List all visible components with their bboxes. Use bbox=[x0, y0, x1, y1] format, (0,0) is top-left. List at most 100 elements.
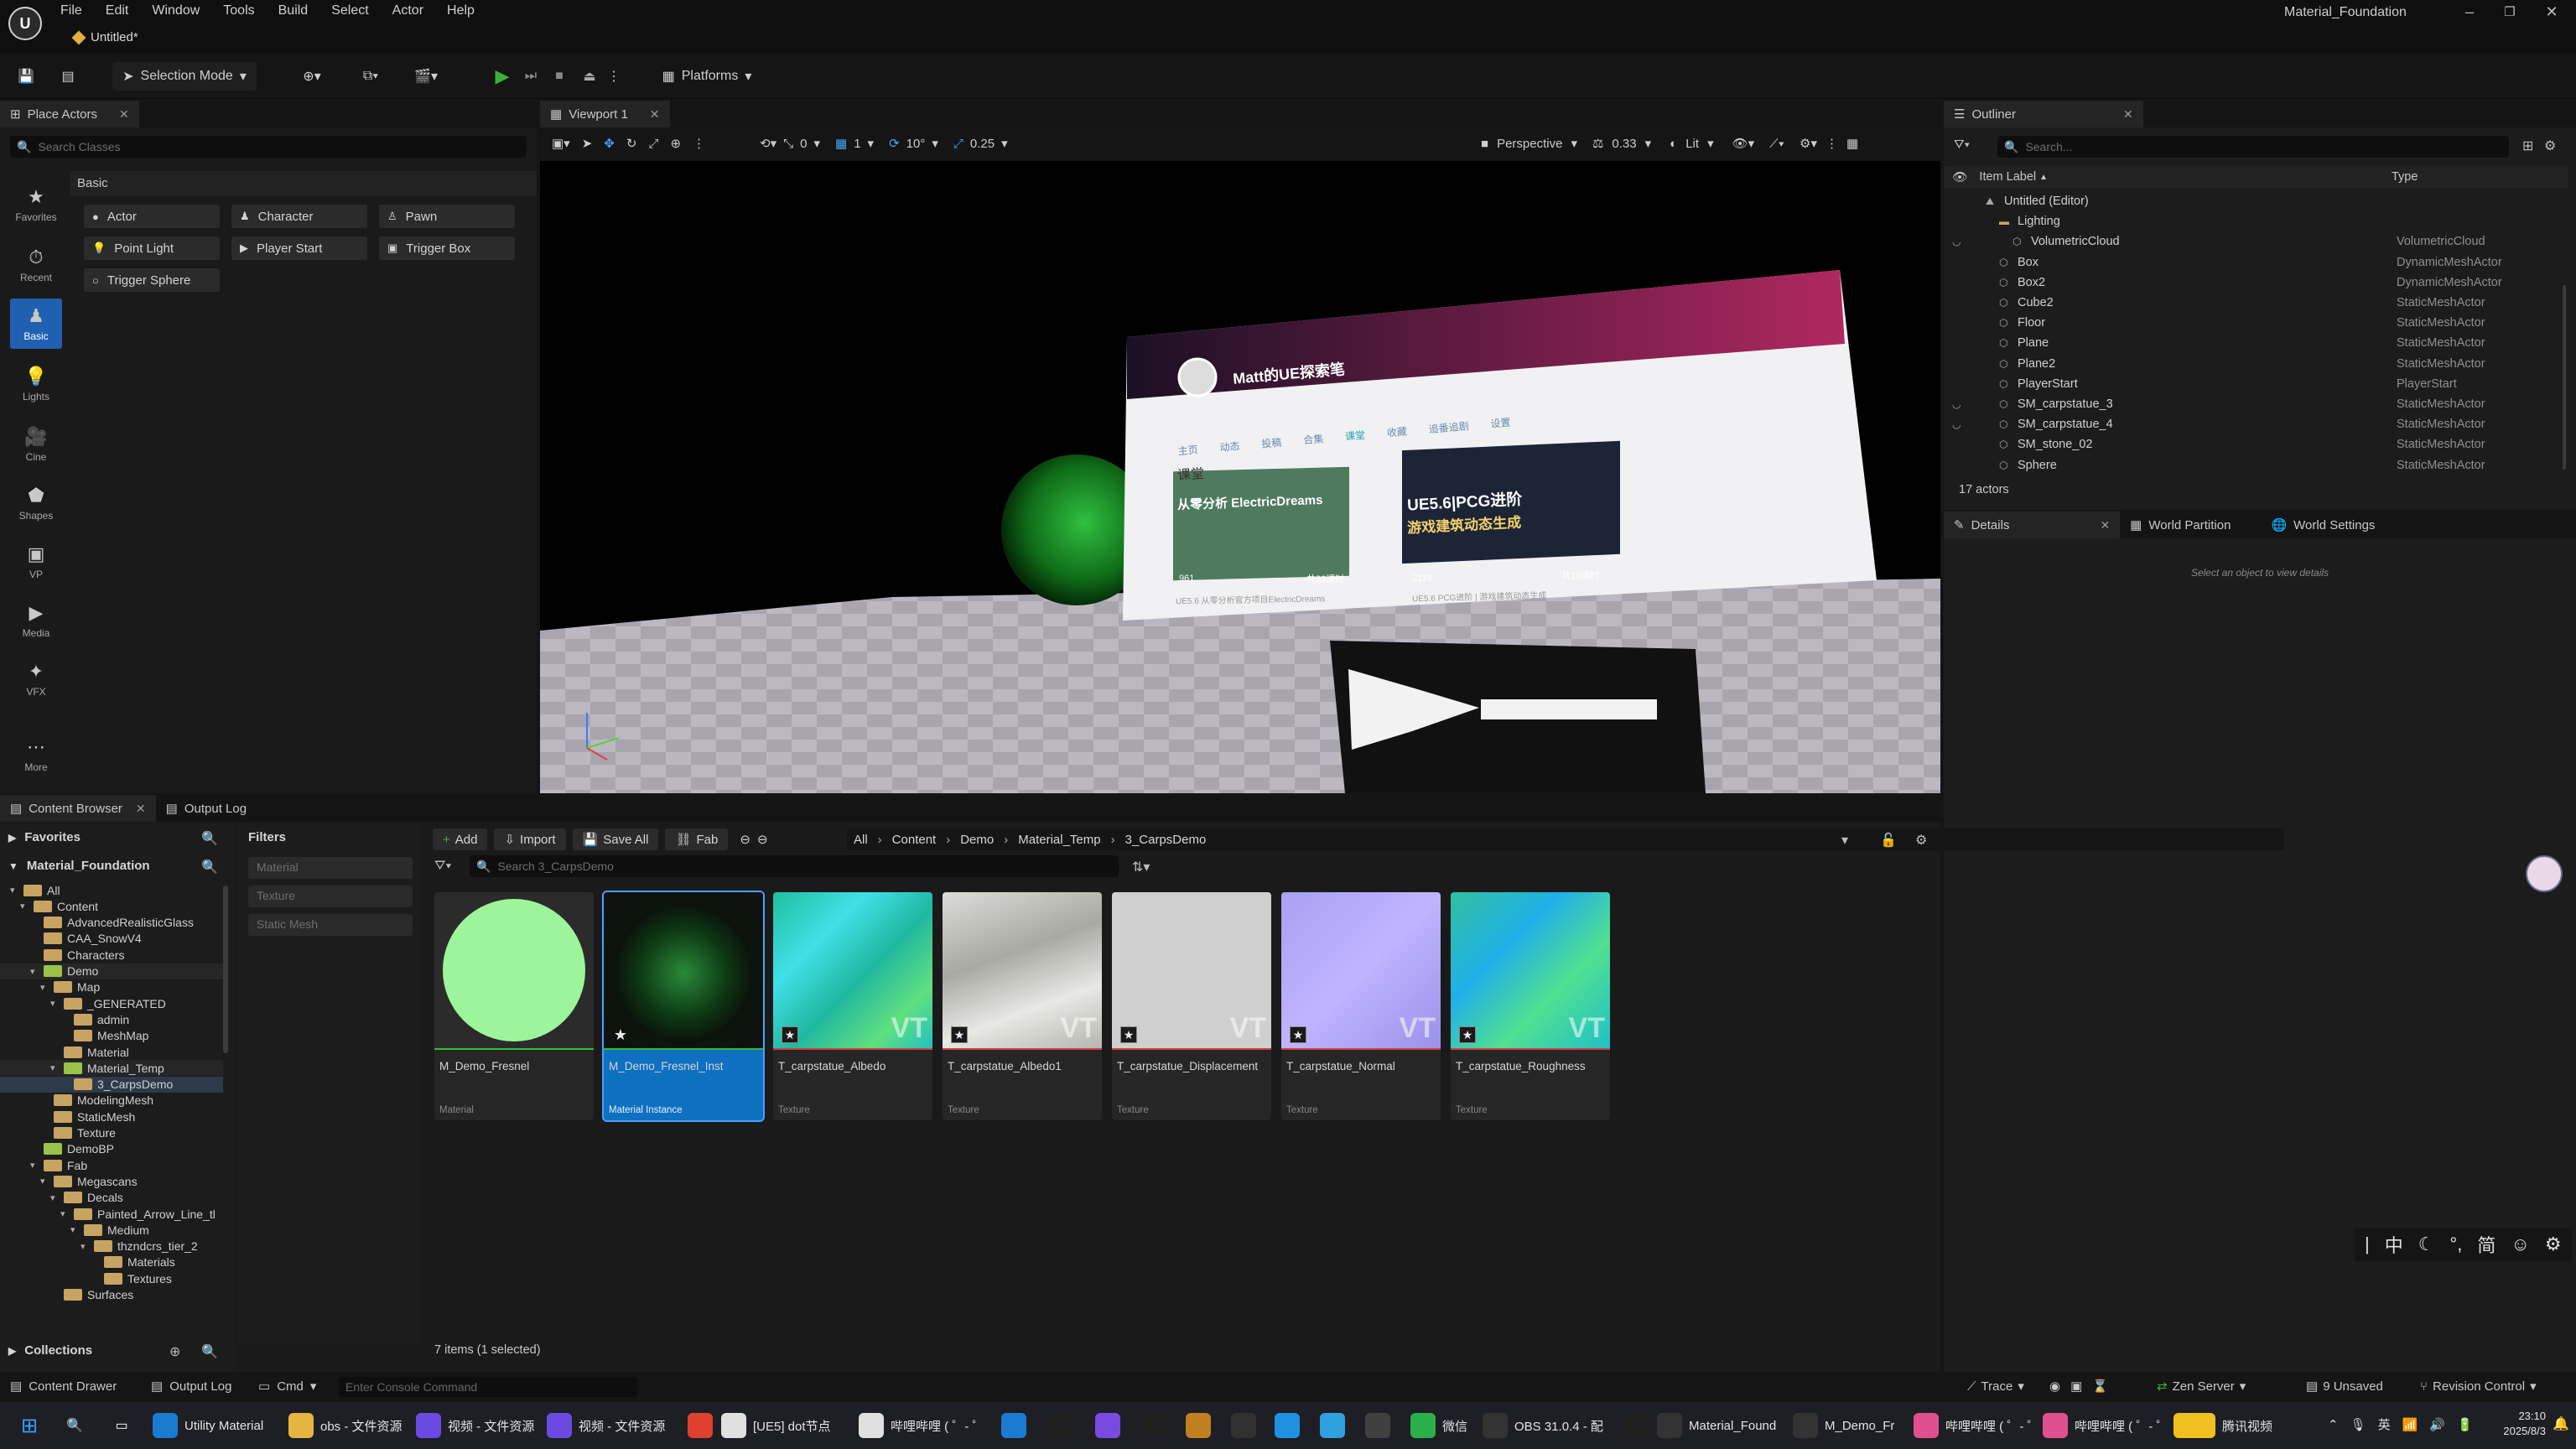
add-actor-icon[interactable]: ⊕▾ bbox=[293, 62, 330, 91]
history-back-icon[interactable]: ⊖ bbox=[740, 832, 750, 847]
restore-icon[interactable]: ❐ bbox=[2501, 2, 2518, 22]
console-input[interactable]: Enter Console Command bbox=[339, 1377, 637, 1397]
ime-mode-chinese[interactable]: 中 bbox=[2385, 1231, 2403, 1258]
taskbar-item[interactable]: Utility Material bbox=[153, 1412, 263, 1439]
tree-folder-all[interactable]: ▾ All bbox=[0, 882, 223, 898]
taskbar-item[interactable]: 哔哩哔哩 ( ゜- ゜ bbox=[2043, 1412, 2169, 1439]
platforms-button[interactable]: ▦ Platforms ▾ bbox=[652, 62, 761, 91]
taskbar-item[interactable]: OBS 31.0.4 - 配 bbox=[1483, 1412, 1603, 1439]
close-icon[interactable]: ✕ bbox=[2543, 2, 2560, 22]
filter-icon[interactable]: ⛛▾ bbox=[1954, 138, 1970, 152]
col-item-label[interactable]: Item Label bbox=[1979, 170, 2036, 184]
translate-icon[interactable]: ✥ bbox=[604, 136, 615, 151]
tree-folder-meshmap[interactable]: MeshMap bbox=[0, 1028, 223, 1044]
outliner-row[interactable]: ⛰ Untitled (Editor) bbox=[1944, 191, 2568, 211]
close-icon[interactable]: ✕ bbox=[119, 107, 129, 122]
category-cine[interactable]: 🎥 Cine bbox=[10, 419, 62, 470]
outliner-row[interactable]: ◡ ⬡ SM_carpstatue_4 StaticMeshActor bbox=[1944, 414, 2568, 434]
pinned-app-icon[interactable] bbox=[688, 1413, 713, 1438]
chevron-icon[interactable]: ▾ bbox=[50, 998, 59, 1009]
add-collection-icon[interactable]: ⊕ bbox=[169, 1343, 180, 1360]
outliner-row[interactable]: ◡ ⬡ VolumetricCloud VolumetricCloud bbox=[1944, 231, 2568, 252]
scale-snap-icon[interactable]: ⤢ bbox=[953, 137, 963, 151]
history-forward-icon[interactable]: ⊖ bbox=[757, 832, 768, 847]
tree-folder-medium[interactable]: ▾ Medium bbox=[0, 1222, 223, 1238]
asset-tile-m-demo-fresnel-inst[interactable]: ★ M_Demo_Fresnel_Inst Material Instance bbox=[602, 891, 765, 1122]
scale-icon[interactable]: ⤢ bbox=[648, 137, 658, 151]
zen-server-button[interactable]: ⇄ Zen Server ▾ bbox=[2157, 1379, 2246, 1394]
tab-place-actors[interactable]: ⊞ Place Actors ✕ bbox=[0, 101, 139, 127]
eject-icon[interactable]: ⏏ bbox=[577, 62, 602, 91]
chevron-icon[interactable]: ▾ bbox=[50, 1062, 59, 1073]
taskbar-item[interactable]: 哔哩哔哩 ( ゜- ゜ bbox=[1914, 1412, 2040, 1439]
filter-chip-static-mesh[interactable]: Static Mesh bbox=[248, 914, 413, 936]
menu-window[interactable]: Window bbox=[152, 0, 200, 22]
outliner-row[interactable]: ⬡ Box DynamicMeshActor bbox=[1944, 252, 2568, 273]
output-log-button[interactable]: ▤ Output Log bbox=[151, 1379, 231, 1394]
pinned-app-icon[interactable] bbox=[1320, 1413, 1345, 1438]
taskbar-item[interactable]: 腾讯视频 bbox=[2190, 1412, 2272, 1439]
taskbar-item[interactable]: 视频 - 文件资源 bbox=[416, 1412, 534, 1439]
tab-content-browser[interactable]: ▤ Content Browser ✕ bbox=[0, 795, 156, 822]
pinned-app-icon[interactable] bbox=[1095, 1413, 1120, 1438]
derived-data-icon[interactable]: ⌛ bbox=[2092, 1379, 2108, 1394]
rotation-snap-icon[interactable]: ⟳ bbox=[889, 136, 900, 151]
outliner-row[interactable]: ⬡ SM_stone_02 StaticMeshActor bbox=[1944, 434, 2568, 454]
outliner-row[interactable]: ▬ Lighting bbox=[1944, 211, 2568, 231]
menu-help[interactable]: Help bbox=[447, 0, 475, 22]
outliner-row[interactable]: ⬡ Plane StaticMeshActor bbox=[1944, 333, 2568, 353]
taskbar-item[interactable]: Material_Found bbox=[1657, 1412, 1776, 1439]
ime-simplified[interactable]: 简 bbox=[2477, 1231, 2496, 1258]
scale-snap-value[interactable]: 0.25 bbox=[970, 137, 995, 151]
wifi-icon[interactable]: 📶 bbox=[2402, 1417, 2418, 1432]
emoji-icon[interactable]: ☺ bbox=[2511, 1233, 2529, 1255]
unreal-logo-icon[interactable]: U bbox=[8, 7, 42, 40]
search-icon[interactable]: 🔍 bbox=[62, 1413, 87, 1438]
tree-folder-textures[interactable]: Textures bbox=[0, 1270, 223, 1286]
tree-folder-map[interactable]: ▾ Map bbox=[0, 979, 223, 995]
trace-button[interactable]: ⟋ Trace ▾ bbox=[1967, 1379, 2024, 1394]
moon-icon[interactable]: ☾ bbox=[2418, 1233, 2435, 1255]
tree-folder-3-carpsdemo[interactable]: 3_CarpsDemo bbox=[0, 1076, 223, 1093]
task-view-icon[interactable]: ▭ bbox=[109, 1413, 134, 1438]
actor-trigger-box[interactable]: ▣ Trigger Box bbox=[379, 236, 515, 260]
visibility-icon[interactable]: ◡ bbox=[1952, 418, 1961, 430]
outliner-row[interactable]: ◡ ⬡ SM_carpstatue_3 StaticMeshActor bbox=[1944, 394, 2568, 414]
tree-folder-thzndcrs-tier-2[interactable]: ▾ thzndcrs_tier_2 bbox=[0, 1239, 223, 1254]
tree-folder-content[interactable]: ▾ Content bbox=[0, 898, 223, 914]
search-icon[interactable]: 🔍 bbox=[201, 859, 218, 875]
add-folder-icon[interactable]: ⊞ bbox=[2522, 138, 2533, 154]
search-icon[interactable]: 🔍 bbox=[201, 1343, 218, 1360]
lock-icon[interactable]: 🔓 bbox=[1880, 832, 1897, 849]
category-lights[interactable]: 💡 Lights bbox=[10, 359, 62, 409]
breadcrumb-item[interactable]: All bbox=[854, 833, 868, 847]
chevron-icon[interactable]: ▾ bbox=[40, 1176, 49, 1187]
asset-tile-m-demo-fresnel[interactable]: M_Demo_Fresnel Material bbox=[434, 892, 594, 1120]
content-icon[interactable]: ▤ bbox=[55, 62, 80, 91]
category-media[interactable]: ▶ Media bbox=[10, 595, 62, 646]
select-mode-icon[interactable]: ▣▾ bbox=[552, 136, 570, 151]
search-icon[interactable]: 🔍 bbox=[201, 830, 218, 847]
snap-angle-icon[interactable]: ⤡ bbox=[783, 137, 793, 151]
pinned-app-icon[interactable] bbox=[1627, 1413, 1652, 1438]
settings-icon[interactable]: ⚙ bbox=[2544, 138, 2556, 154]
unsaved-button[interactable]: ▤ 9 Unsaved bbox=[2306, 1379, 2383, 1394]
more-options-icon[interactable]: ⋮ bbox=[605, 62, 622, 91]
save-all-button[interactable]: 💾 Save All bbox=[572, 828, 659, 850]
settings-icon[interactable]: ⚙▾ bbox=[1800, 136, 1817, 151]
grid-snap-value[interactable]: 1 bbox=[854, 137, 860, 151]
tree-folder-caa-snowv4[interactable]: CAA_SnowV4 bbox=[0, 931, 223, 947]
breadcrumb-item[interactable]: Material_Temp bbox=[1018, 833, 1100, 847]
outliner-row[interactable]: ⬡ PlayerStart PlayerStart bbox=[1944, 374, 2568, 394]
pinned-app-icon[interactable] bbox=[1275, 1413, 1300, 1438]
punctuation-icon[interactable]: °, bbox=[2449, 1233, 2462, 1255]
breadcrumb-item[interactable]: Demo bbox=[960, 833, 994, 847]
tray-chevron-icon[interactable]: ⌃ bbox=[2328, 1417, 2339, 1432]
menu-file[interactable]: File bbox=[60, 0, 82, 22]
favorites-header[interactable]: ▶ Favorites bbox=[8, 830, 80, 844]
blueprint-icon[interactable]: ⧉▾ bbox=[352, 62, 389, 91]
taskbar-item[interactable]: 微信 bbox=[1410, 1412, 1467, 1439]
taskbar-item[interactable]: [UE5] dot节点 bbox=[721, 1412, 831, 1439]
filter-icon[interactable]: ⛛▾ bbox=[434, 859, 451, 874]
cinematics-icon[interactable]: 🎬▾ bbox=[408, 62, 444, 91]
